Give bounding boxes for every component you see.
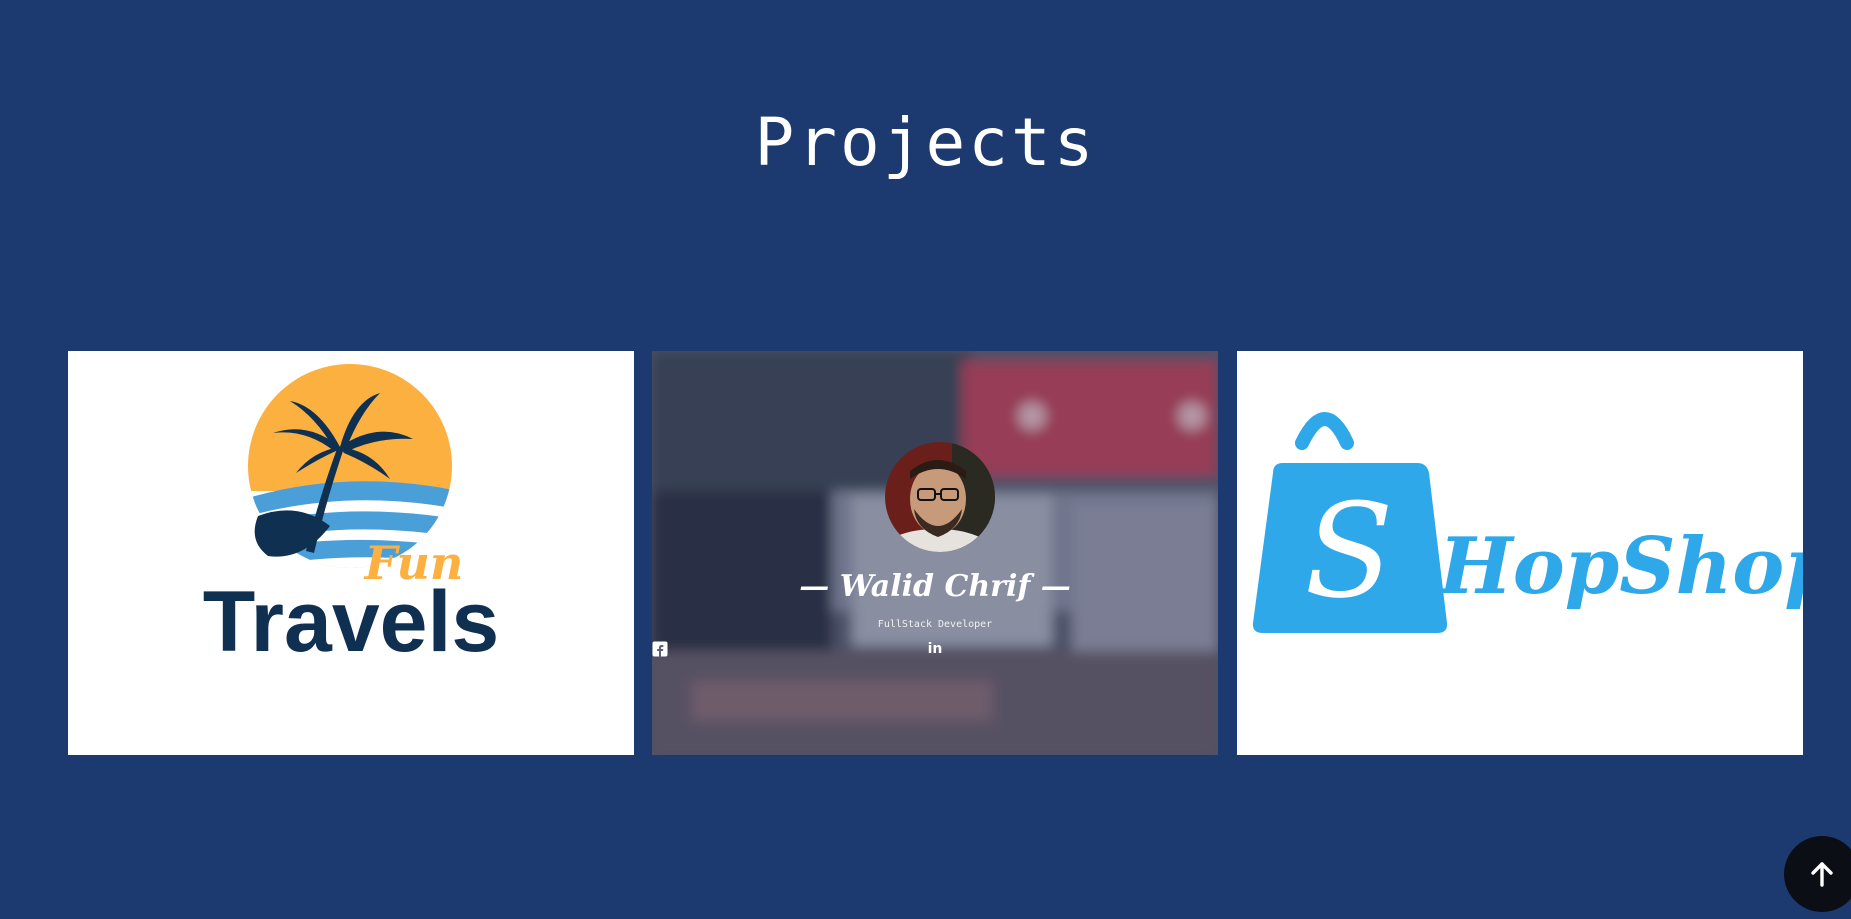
project-card-hopshop[interactable]: S HopShop bbox=[1237, 351, 1803, 755]
project-card-portfolio[interactable]: — Walid Chrif — FullStack Developer in bbox=[652, 351, 1218, 755]
arrow-up-icon bbox=[1811, 862, 1833, 887]
github-icon[interactable] bbox=[653, 641, 915, 658]
avatar bbox=[885, 442, 995, 552]
facebook-icon[interactable] bbox=[652, 641, 973, 658]
linkedin-icon[interactable]: in bbox=[927, 641, 944, 658]
logo-wordmark: Travels bbox=[203, 574, 499, 670]
social-links: in bbox=[652, 641, 1218, 658]
profile-name: — Walid Chrif — bbox=[799, 569, 1071, 604]
portfolio-profile: — Walid Chrif — FullStack Developer in bbox=[652, 351, 1218, 755]
page-title: Projects bbox=[754, 104, 1097, 181]
scroll-to-top-button[interactable] bbox=[1784, 836, 1851, 912]
logo-wordmark: HopShop bbox=[1437, 521, 1803, 612]
project-card-fun-travels[interactable]: Fun Travels bbox=[68, 351, 634, 755]
profile-role: FullStack Developer bbox=[877, 619, 993, 630]
fun-travels-logo: Fun Travels bbox=[203, 364, 499, 670]
hopshop-logo: S HopShop bbox=[1252, 412, 1803, 633]
logo-initial: S bbox=[1304, 475, 1393, 627]
